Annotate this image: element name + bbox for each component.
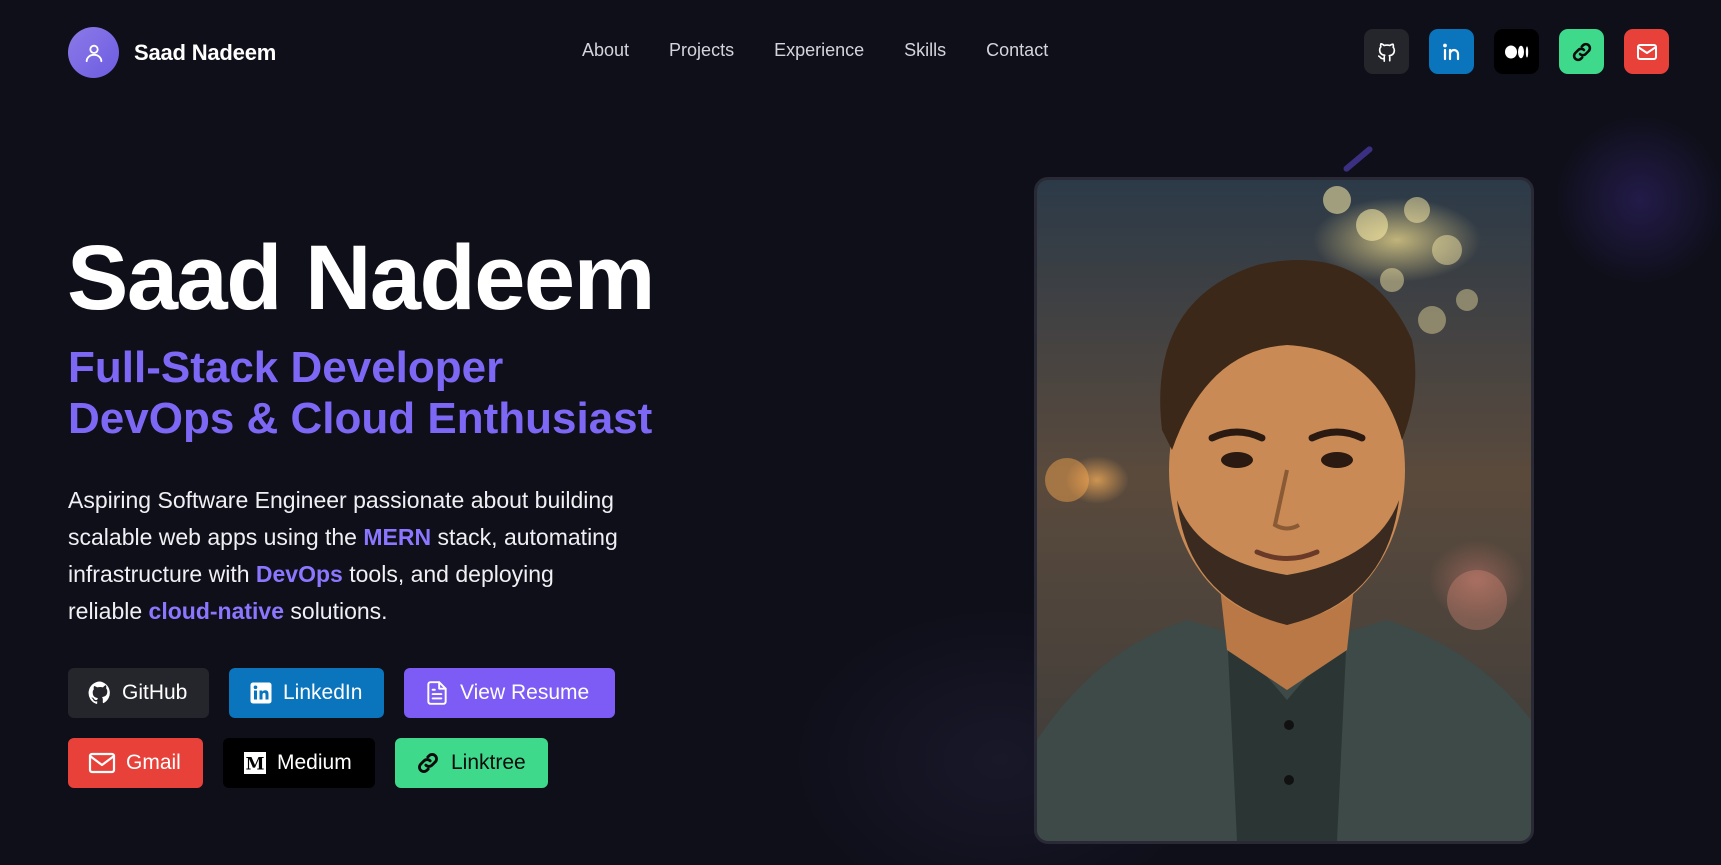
button-row-2: Gmail M Medium Linktree: [68, 738, 568, 788]
nav-links: About Projects Experience Skills Contact: [582, 40, 1088, 61]
nav-link-projects[interactable]: Projects: [669, 40, 734, 61]
github-button[interactable]: GitHub: [68, 668, 209, 718]
gmail-button[interactable]: Gmail: [68, 738, 203, 788]
mail-icon: [88, 752, 116, 774]
medium-icon[interactable]: [1494, 29, 1539, 74]
social-icons: [1344, 29, 1669, 74]
user-avatar-icon: [68, 27, 119, 78]
hero-description: Aspiring Software Engineer passionate ab…: [68, 482, 628, 630]
hero-name: Saad Nadeem: [67, 227, 655, 329]
linkedin-icon: [250, 682, 272, 704]
svg-text:M: M: [246, 755, 265, 775]
document-icon: [427, 681, 447, 705]
profile-photo-illustration: [1037, 186, 1531, 841]
nav-link-experience[interactable]: Experience: [774, 40, 864, 61]
desc-text-4: solutions.: [284, 598, 388, 624]
highlight-cloud-native: cloud-native: [148, 598, 285, 624]
decorative-line: [1342, 145, 1374, 173]
highlight-devops: DevOps: [255, 561, 343, 587]
linkedin-icon[interactable]: [1429, 29, 1474, 74]
linktree-button-label: Linktree: [451, 751, 526, 774]
gmail-button-label: Gmail: [126, 751, 181, 774]
role-devops: DevOps & Cloud Enthusiast: [68, 394, 653, 443]
nav-link-contact[interactable]: Contact: [986, 40, 1048, 61]
highlight-mern: MERN: [363, 524, 432, 550]
github-button-label: GitHub: [122, 681, 188, 704]
link-icon: [418, 753, 438, 773]
medium-icon: M: [244, 752, 266, 775]
view-resume-button[interactable]: View Resume: [404, 668, 615, 718]
nav-link-skills[interactable]: Skills: [904, 40, 946, 61]
brand[interactable]: Saad Nadeem: [68, 27, 276, 78]
github-icon: [88, 681, 110, 704]
role-fullstack: Full-Stack Developer: [68, 343, 504, 392]
linkedin-button[interactable]: LinkedIn: [229, 668, 384, 718]
linktree-button[interactable]: Linktree: [395, 738, 548, 788]
hero-roles: Full-Stack Developer DevOps & Cloud Enth…: [68, 342, 652, 444]
linktree-icon[interactable]: [1559, 29, 1604, 74]
medium-button[interactable]: M Medium: [223, 738, 375, 788]
view-resume-button-label: View Resume: [460, 681, 590, 704]
profile-photo: [1034, 177, 1534, 844]
mail-icon[interactable]: [1624, 29, 1669, 74]
nav-link-about[interactable]: About: [582, 40, 629, 61]
medium-button-label: Medium: [277, 751, 352, 774]
github-icon[interactable]: [1364, 29, 1409, 74]
top-navbar: Saad Nadeem About Projects Experience Sk…: [0, 0, 1721, 104]
linkedin-button-label: LinkedIn: [283, 681, 363, 704]
button-row-1: GitHub LinkedIn View Resume: [68, 668, 635, 718]
brand-name: Saad Nadeem: [134, 39, 277, 65]
portfolio-page: Saad Nadeem About Projects Experience Sk…: [0, 0, 1721, 865]
